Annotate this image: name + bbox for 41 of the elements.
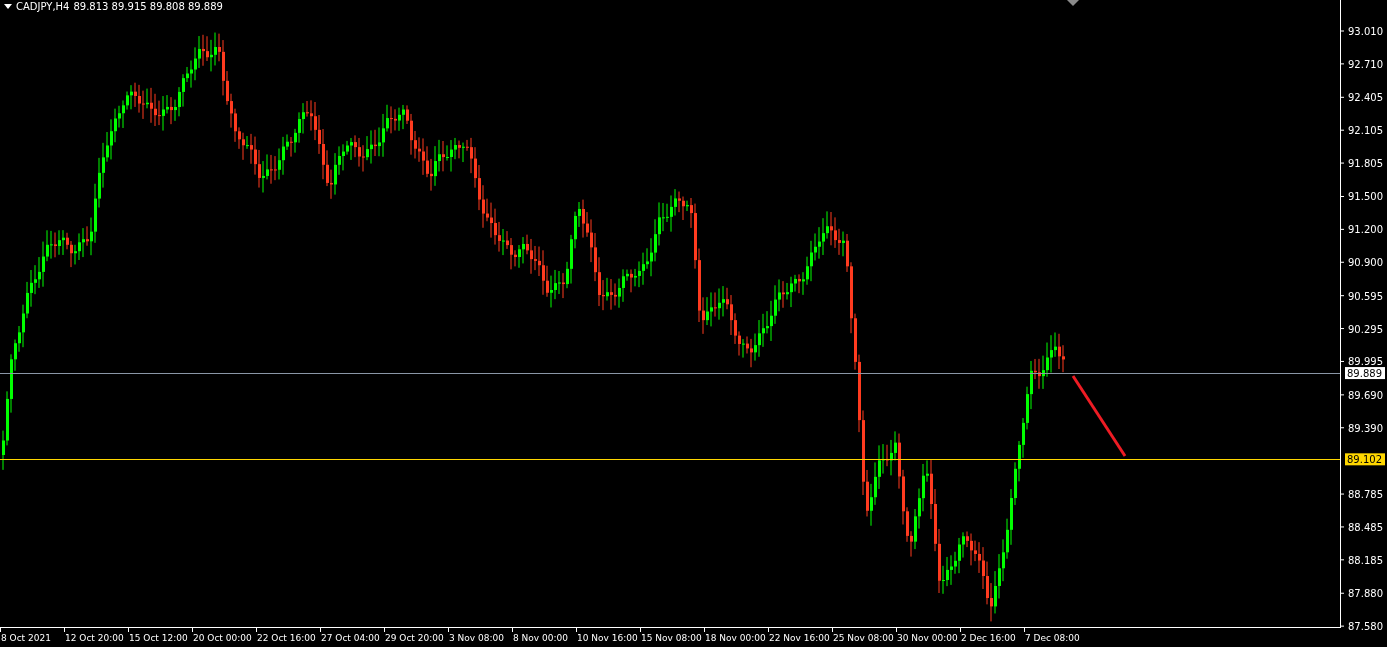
symbol-label: CADJPY,H4	[16, 1, 70, 12]
caret-icon[interactable]	[4, 4, 12, 9]
price-label: 88.785	[1348, 489, 1383, 501]
ohlc-values: 89.813 89.915 89.808 89.889	[73, 1, 223, 12]
price-label: 91.805	[1348, 158, 1383, 170]
time-label: 15 Oct 12:00	[129, 633, 188, 643]
time-label: 8 Oct 2021	[1, 633, 51, 643]
price-label: 91.200	[1348, 224, 1383, 236]
time-label: 18 Nov 00:00	[705, 633, 766, 643]
price-label: 90.900	[1348, 257, 1383, 269]
time-label: 10 Nov 16:00	[577, 633, 638, 643]
price-label: 92.405	[1348, 92, 1383, 104]
price-label: 91.500	[1348, 191, 1383, 203]
price-label: 87.580	[1348, 621, 1383, 633]
price-label: 92.105	[1348, 125, 1383, 137]
price-label: 93.010	[1348, 26, 1383, 37]
time-label: 3 Nov 08:00	[449, 633, 504, 643]
triangle-icon	[1067, 0, 1079, 6]
time-label: 27 Oct 04:00	[321, 633, 380, 643]
price-label: 90.595	[1348, 290, 1383, 302]
time-label: 29 Oct 20:00	[385, 633, 444, 643]
time-label: 20 Oct 00:00	[193, 633, 252, 643]
price-label: 89.995	[1348, 356, 1383, 368]
price-label: 88.485	[1348, 521, 1383, 533]
price-label: 88.185	[1348, 554, 1383, 566]
time-label: 2 Dec 16:00	[961, 633, 1016, 643]
price-label: 87.880	[1348, 588, 1383, 600]
time-label: 12 Oct 20:00	[65, 633, 124, 643]
time-label: 25 Nov 08:00	[833, 633, 894, 643]
time-label: 15 Nov 08:00	[641, 633, 702, 643]
price-marker: 89.102	[1345, 453, 1385, 466]
price-label: 90.295	[1348, 323, 1383, 335]
price-label: 89.390	[1348, 422, 1383, 434]
time-label: 30 Nov 00:00	[897, 633, 958, 643]
time-label: 7 Dec 08:00	[1025, 633, 1080, 643]
time-label: 22 Nov 16:00	[769, 633, 830, 643]
time-label: 22 Oct 16:00	[257, 633, 316, 643]
price-label: 92.710	[1348, 58, 1383, 70]
price-label: 89.690	[1348, 389, 1383, 401]
time-label: 8 Nov 00:00	[513, 633, 568, 643]
price-marker: 89.889	[1345, 367, 1385, 380]
